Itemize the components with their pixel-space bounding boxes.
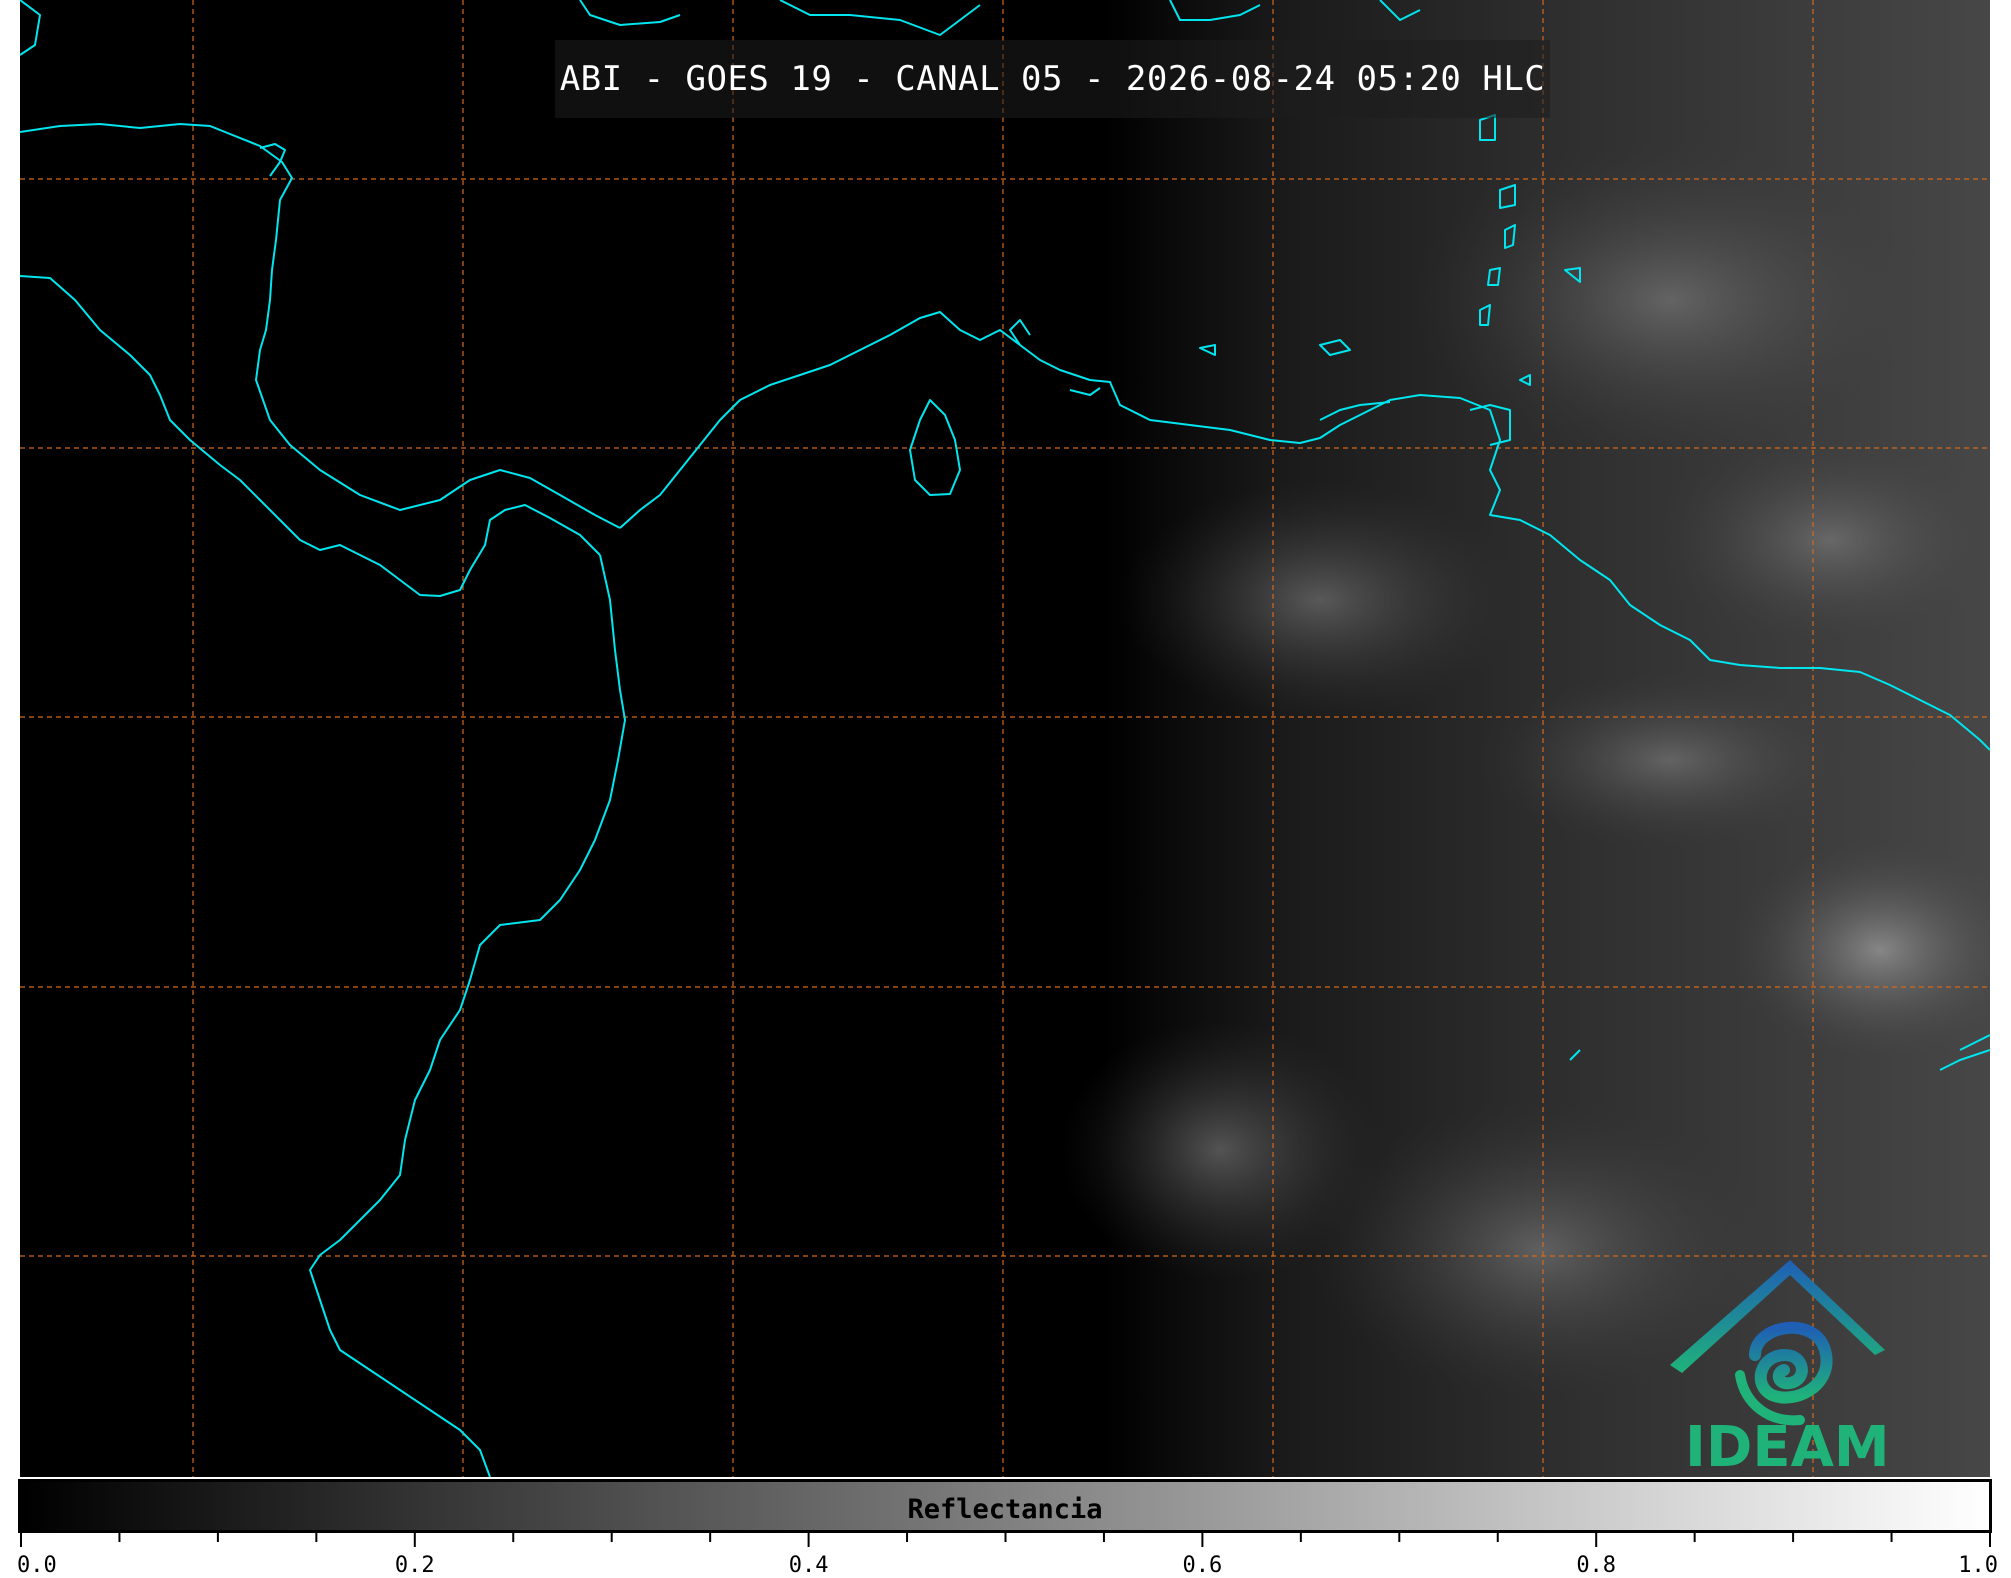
colorbar-ticks [20,1533,1991,1547]
colorbar-tick-label: 1.0 [1958,1553,1998,1578]
colorbar-label: Reflectancia [907,1494,1103,1525]
map-title: ABI - GOES 19 - CANAL 05 - 2026-08-24 05… [559,59,1546,99]
title-box: ABI - GOES 19 - CANAL 05 - 2026-08-24 05… [555,40,1550,118]
colorbar-tick-label: 0.8 [1576,1553,1617,1578]
colorbar-tick-label: 0.2 [394,1553,435,1578]
colorbar-tick-label: 0.6 [1182,1553,1223,1578]
colorbar-tick-label: 0.0 [17,1553,57,1578]
colorbar-tick-label: 0.4 [788,1553,829,1578]
colorbar: Reflectancia [18,1479,1992,1533]
ideam-logo-text: IDEAM [1685,1415,1890,1480]
